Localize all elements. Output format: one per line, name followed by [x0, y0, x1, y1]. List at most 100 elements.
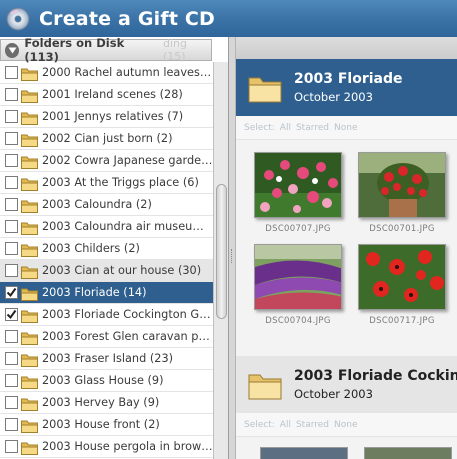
folder-icon	[21, 418, 38, 433]
folder-checkbox[interactable]	[5, 132, 18, 145]
folder-row[interactable]: 2003 At the Triggs place (6)	[0, 172, 213, 194]
select-all-link[interactable]: All	[280, 123, 291, 133]
folder-label: 2003 House front (2)	[42, 418, 160, 431]
folder-checkbox[interactable]	[5, 110, 18, 123]
folder-icon	[21, 220, 38, 235]
folder-row[interactable]: 2003 House pergola in brown...	[0, 436, 213, 458]
folder-icon	[21, 440, 38, 455]
folder-row[interactable]: 2002 Cowra Japanese garden...	[0, 150, 213, 172]
folder-checkbox[interactable]	[5, 286, 18, 299]
folders-header-label: Folders on Disk (113)	[24, 37, 125, 64]
group-date: October 2003	[294, 387, 373, 401]
folder-icon	[21, 308, 38, 323]
folder-checkbox[interactable]	[5, 330, 18, 343]
folder-label: 2002 Cowra Japanese garden...	[42, 154, 213, 167]
scrollbar-thumb[interactable]	[216, 184, 227, 319]
folder-list-scrollbar[interactable]	[213, 62, 228, 459]
folder-icon	[21, 110, 38, 125]
flowerbeds-photo[interactable]	[254, 244, 342, 310]
photo-thumbnail[interactable]: DSC00717.JPG	[354, 244, 450, 326]
tulips-photo[interactable]	[254, 152, 342, 218]
folder-checkbox[interactable]	[5, 418, 18, 431]
photo-grid	[236, 437, 457, 459]
folder-icon	[21, 352, 38, 367]
photo-grid: DSC00707.JPG DSC00701.JPG DSC00704.JPG D…	[236, 140, 457, 356]
photo-thumbnail[interactable]	[364, 447, 452, 459]
folder-icon	[21, 374, 38, 389]
folder-label: 2003 Floriade Cockington Gr...	[42, 308, 213, 321]
photo-thumbnail[interactable]: DSC00704.JPG	[250, 244, 346, 326]
folders-header-ghost-text: ding (15)	[163, 37, 187, 63]
folder-icon	[21, 396, 38, 411]
folder-row[interactable]: 2003 House front (2)	[0, 414, 213, 436]
preview-panel: 2003 Floriade October 2003 Select: All S…	[236, 37, 457, 459]
title-bar: Create a Gift CD	[0, 0, 457, 37]
folder-label: 2003 Caloundra (2)	[42, 198, 152, 211]
photo-thumbnail[interactable]	[260, 447, 348, 459]
group-title: 2003 Floriade	[294, 71, 403, 87]
folder-checkbox[interactable]	[5, 154, 18, 167]
folder-checkbox[interactable]	[5, 176, 18, 189]
folder-icon	[21, 198, 38, 213]
folder-checkbox[interactable]	[5, 374, 18, 387]
photo-group-2: 2003 Floriade Cocking October 2003 Selec…	[236, 356, 457, 459]
folder-label: 2003 Childers (2)	[42, 242, 140, 255]
folder-checkbox[interactable]	[5, 308, 18, 321]
folder-checkbox[interactable]	[5, 66, 18, 79]
photo-group-1: 2003 Floriade October 2003 Select: All S…	[236, 59, 457, 356]
panel-splitter[interactable]	[229, 37, 236, 459]
folder-label: 2003 Caloundra air museum (7)	[42, 220, 213, 233]
cd-icon	[6, 7, 30, 31]
folder-icon	[21, 132, 38, 147]
group-header[interactable]: 2003 Floriade Cocking October 2003	[236, 356, 457, 413]
folder-large-icon	[248, 370, 282, 400]
select-none-link[interactable]: None	[334, 420, 357, 430]
folder-label: 2001 Jennys relatives (7)	[42, 110, 184, 123]
folder-row[interactable]: 2003 Glass House (9)	[0, 370, 213, 392]
folder-checkbox[interactable]	[5, 352, 18, 365]
splitter-grip-icon	[231, 249, 234, 263]
folder-checkbox[interactable]	[5, 396, 18, 409]
folder-row[interactable]: 2003 Caloundra (2)	[0, 194, 213, 216]
photo-thumbnail[interactable]: DSC00701.JPG	[354, 152, 450, 234]
folder-row[interactable]: 2003 Caloundra air museum (7)	[0, 216, 213, 238]
folder-label: 2003 Glass House (9)	[42, 374, 164, 387]
folder-checkbox[interactable]	[5, 220, 18, 233]
folders-header[interactable]: Folders on Disk (113) ding (15)	[0, 37, 212, 64]
folder-row[interactable]: 2001 Jennys relatives (7)	[0, 106, 213, 128]
folder-checkbox[interactable]	[5, 440, 18, 453]
photo-thumbnail[interactable]: DSC00707.JPG	[250, 152, 346, 234]
folder-checkbox[interactable]	[5, 198, 18, 211]
group-title: 2003 Floriade Cocking	[294, 368, 457, 384]
app-title: Create a Gift CD	[39, 7, 216, 30]
folder-icon	[21, 66, 38, 81]
photo-caption: DSC00704.JPG	[265, 316, 331, 326]
folder-label: 2003 Floriade (14)	[42, 286, 147, 299]
select-starred-link[interactable]: Starred	[296, 123, 329, 133]
select-all-link[interactable]: All	[280, 420, 291, 430]
folder-checkbox[interactable]	[5, 242, 18, 255]
poppies-photo[interactable]	[358, 244, 446, 310]
select-none-link[interactable]: None	[334, 123, 357, 133]
collapse-toggle-icon[interactable]	[5, 42, 20, 58]
folder-row[interactable]: 2003 Childers (2)	[0, 238, 213, 260]
folder-icon	[21, 176, 38, 191]
folder-row[interactable]: 2000 Rachel autumn leaves (1)	[0, 62, 213, 84]
folder-row[interactable]: 2003 Floriade (14)	[0, 282, 213, 304]
photo-caption: DSC00701.JPG	[369, 224, 435, 234]
folder-row[interactable]: 2003 Hervey Bay (9)	[0, 392, 213, 414]
folder-checkbox[interactable]	[5, 88, 18, 101]
folder-row[interactable]: 2003 Forest Glen caravan par...	[0, 326, 213, 348]
folder-row[interactable]: 2001 Ireland scenes (28)	[0, 84, 213, 106]
folder-row[interactable]: 2003 Cian at our house (30)	[0, 260, 213, 282]
flowerpot-photo[interactable]	[358, 152, 446, 218]
group-date: October 2003	[294, 90, 373, 104]
group-header[interactable]: 2003 Floriade October 2003	[236, 59, 457, 116]
select-starred-link[interactable]: Starred	[296, 420, 329, 430]
folder-label: 2001 Ireland scenes (28)	[42, 88, 183, 101]
folder-checkbox[interactable]	[5, 264, 18, 277]
folder-icon	[21, 154, 38, 169]
folder-row[interactable]: 2003 Fraser Island (23)	[0, 348, 213, 370]
folder-row[interactable]: 2002 Cian just born (2)	[0, 128, 213, 150]
folder-row[interactable]: 2003 Floriade Cockington Gr...	[0, 304, 213, 326]
